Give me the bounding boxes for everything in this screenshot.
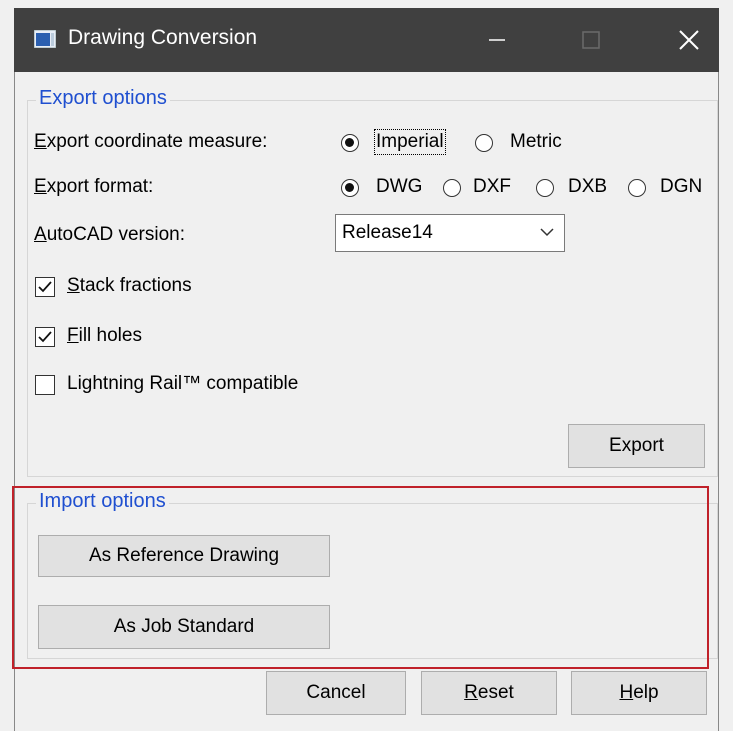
export-format-label-text: xport format: [46, 176, 154, 197]
stack-fractions-label-text: tack fractions [79, 275, 192, 296]
minimize-icon [489, 39, 505, 41]
close-button[interactable] [659, 18, 719, 62]
radio-dgn-label[interactable]: DGN [660, 176, 702, 198]
window-title: Drawing Conversion [68, 26, 258, 49]
maximize-button[interactable] [561, 18, 621, 62]
radio-dwg-label[interactable]: DWG [376, 176, 422, 198]
chevron-down-icon [540, 228, 554, 237]
radio-imperial[interactable] [341, 134, 359, 152]
fill-holes-checkbox[interactable] [35, 327, 55, 347]
radio-dgn[interactable] [628, 179, 646, 197]
autocad-version-value: Release14 [342, 222, 433, 243]
help-button-label: elp [633, 682, 659, 703]
autocad-version-label-text: utoCAD version: [46, 224, 186, 245]
radio-dxf[interactable] [443, 179, 461, 197]
radio-dxb-label[interactable]: DXB [568, 176, 607, 198]
lightning-rail-label[interactable]: Lightning Rail™ compatible [67, 373, 298, 395]
reset-button-label: eset [477, 682, 514, 703]
close-icon [679, 30, 699, 50]
lightning-rail-checkbox[interactable] [35, 375, 55, 395]
app-icon [34, 30, 56, 48]
help-button[interactable]: Help [571, 671, 707, 715]
reset-button[interactable]: Reset [421, 671, 557, 715]
title-bar: Drawing Conversion [14, 8, 719, 72]
radio-dxb[interactable] [536, 179, 554, 197]
export-format-label: Export format: [34, 176, 154, 197]
export-button[interactable]: Export [568, 424, 705, 468]
highlight-frame [12, 486, 709, 669]
cancel-button[interactable]: Cancel [266, 671, 406, 715]
fill-holes-label-text: ill holes [78, 325, 142, 346]
minimize-button[interactable] [467, 18, 527, 62]
stack-fractions-checkbox[interactable] [35, 277, 55, 297]
fill-holes-label[interactable]: Fill holes [67, 325, 142, 347]
coord-measure-label-text: xport coordinate measure: [46, 131, 268, 152]
stack-fractions-label[interactable]: Stack fractions [67, 275, 192, 297]
checkmark-icon [38, 331, 52, 343]
radio-dwg[interactable] [341, 179, 359, 197]
maximize-icon [582, 31, 600, 49]
radio-dxf-label[interactable]: DXF [473, 176, 511, 198]
export-options-legend: Export options [36, 87, 170, 110]
coord-measure-label: Export coordinate measure: [34, 131, 268, 152]
checkmark-icon [38, 281, 52, 293]
radio-metric[interactable] [475, 134, 493, 152]
autocad-version-select[interactable]: Release14 [335, 214, 565, 252]
radio-metric-label[interactable]: Metric [510, 131, 562, 153]
autocad-version-label: AutoCAD version: [34, 224, 186, 245]
radio-imperial-label[interactable]: Imperial [374, 129, 446, 155]
